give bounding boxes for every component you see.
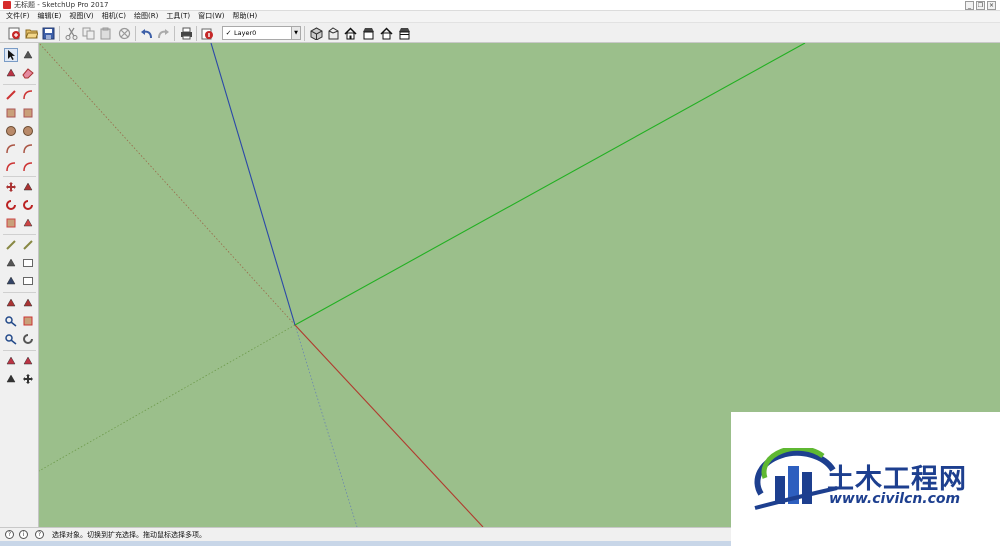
menu-edit[interactable]: 编辑(E) bbox=[34, 11, 66, 22]
scale-icon[interactable] bbox=[4, 216, 18, 230]
red-axis bbox=[294, 324, 484, 527]
look-around-icon[interactable] bbox=[21, 354, 35, 368]
paste-icon[interactable] bbox=[98, 26, 112, 40]
layer-value: Layer0 bbox=[234, 29, 257, 37]
section-plane-icon[interactable] bbox=[4, 296, 18, 310]
zoom-extents-icon[interactable] bbox=[4, 332, 18, 346]
left-view-icon[interactable] bbox=[397, 26, 411, 40]
push-pull-icon[interactable] bbox=[21, 180, 35, 194]
credits-icon[interactable]: i bbox=[19, 530, 28, 539]
menu-view[interactable]: 视图(V) bbox=[65, 11, 97, 22]
move-icon[interactable] bbox=[4, 180, 18, 194]
dimension-icon[interactable] bbox=[21, 238, 35, 252]
print-icon[interactable] bbox=[179, 26, 193, 40]
window-title: 无标题 - SketchUp Pro 2017 bbox=[14, 1, 109, 9]
title-bar: 无标题 - SketchUp Pro 2017 _ ❐ × bbox=[0, 0, 1000, 11]
erase-icon[interactable] bbox=[117, 26, 131, 40]
top-view-icon[interactable] bbox=[326, 26, 340, 40]
model-info-icon[interactable] bbox=[200, 26, 214, 40]
axes-icon[interactable] bbox=[4, 274, 18, 288]
3d-text-icon[interactable] bbox=[21, 274, 35, 288]
position-camera-icon[interactable] bbox=[4, 354, 18, 368]
freehand-icon[interactable] bbox=[21, 88, 35, 102]
follow-me-icon[interactable] bbox=[21, 198, 35, 212]
pie-icon[interactable] bbox=[21, 160, 35, 174]
eraser-icon[interactable] bbox=[21, 66, 35, 80]
instructor-icon[interactable]: ? bbox=[35, 530, 44, 539]
three-point-arc-icon[interactable] bbox=[4, 160, 18, 174]
zoom-window-icon[interactable] bbox=[21, 314, 35, 328]
circle-icon[interactable] bbox=[4, 124, 18, 138]
watermark: 土木工程网 www.civilcn.com bbox=[731, 412, 1000, 546]
large-tool-set bbox=[0, 43, 39, 527]
rotated-rectangle-icon[interactable] bbox=[21, 106, 35, 120]
menu-camera[interactable]: 相机(C) bbox=[98, 11, 130, 22]
menu-file[interactable]: 文件(F) bbox=[2, 11, 34, 22]
footprints-icon[interactable] bbox=[4, 372, 18, 386]
close-icon[interactable]: × bbox=[987, 1, 996, 10]
zoom-icon[interactable] bbox=[4, 314, 18, 328]
rectangle-icon[interactable] bbox=[4, 106, 18, 120]
menu-draw[interactable]: 绘图(R) bbox=[130, 11, 162, 22]
chevron-down-icon[interactable]: ▼ bbox=[291, 27, 300, 39]
layer-visible-check: ✓ bbox=[225, 29, 232, 37]
walk-icon[interactable] bbox=[21, 296, 35, 310]
paint-bucket-icon[interactable] bbox=[4, 66, 18, 80]
redo-icon[interactable] bbox=[156, 26, 170, 40]
menu-window[interactable]: 窗口(W) bbox=[194, 11, 228, 22]
new-model-icon[interactable] bbox=[7, 26, 21, 40]
green-axis bbox=[294, 43, 806, 326]
minimize-icon[interactable]: _ bbox=[965, 1, 974, 10]
pan-icon[interactable] bbox=[21, 372, 35, 386]
right-view-icon[interactable] bbox=[361, 26, 375, 40]
select-icon[interactable] bbox=[4, 48, 18, 62]
blue-axis-negative bbox=[294, 324, 358, 527]
iso-view-icon[interactable] bbox=[309, 26, 323, 40]
geo-location-icon[interactable]: ? bbox=[5, 530, 14, 539]
sketchup-logo-icon bbox=[3, 1, 11, 9]
menu-help[interactable]: 帮助(H) bbox=[228, 11, 261, 22]
cut-icon[interactable] bbox=[64, 26, 78, 40]
standard-toolbar: ✓ Layer0 ▼ bbox=[0, 22, 1000, 43]
offset-icon[interactable] bbox=[21, 216, 35, 230]
rotate-icon[interactable] bbox=[4, 198, 18, 212]
arc-icon[interactable] bbox=[4, 142, 18, 156]
save-icon[interactable] bbox=[41, 26, 55, 40]
protractor-icon[interactable] bbox=[4, 256, 18, 270]
front-view-icon[interactable] bbox=[343, 26, 357, 40]
blue-axis bbox=[210, 43, 296, 326]
line-icon[interactable] bbox=[4, 88, 18, 102]
back-view-icon[interactable] bbox=[379, 26, 393, 40]
text-icon[interactable] bbox=[21, 256, 35, 270]
orbit-icon[interactable] bbox=[21, 332, 35, 346]
polygon-icon[interactable] bbox=[21, 124, 35, 138]
layer-dropdown[interactable]: ✓ Layer0 ▼ bbox=[222, 26, 301, 40]
status-message: 选择对象。切换到扩充选择。拖动鼠标选择多项。 bbox=[52, 531, 206, 539]
two-point-arc-icon[interactable] bbox=[21, 142, 35, 156]
restore-icon[interactable]: ❐ bbox=[976, 1, 985, 10]
tape-measure-icon[interactable] bbox=[4, 238, 18, 252]
green-axis-negative bbox=[39, 324, 296, 472]
open-icon[interactable] bbox=[24, 26, 38, 40]
undo-icon[interactable] bbox=[139, 26, 153, 40]
red-axis-negative bbox=[39, 43, 296, 326]
watermark-url: www.civilcn.com bbox=[829, 491, 961, 507]
make-component-icon[interactable] bbox=[21, 48, 35, 62]
menu-bar: 文件(F) 编辑(E) 视图(V) 相机(C) 绘图(R) 工具(T) 窗口(W… bbox=[0, 11, 1000, 22]
copy-icon[interactable] bbox=[81, 26, 95, 40]
menu-tools[interactable]: 工具(T) bbox=[162, 11, 194, 22]
